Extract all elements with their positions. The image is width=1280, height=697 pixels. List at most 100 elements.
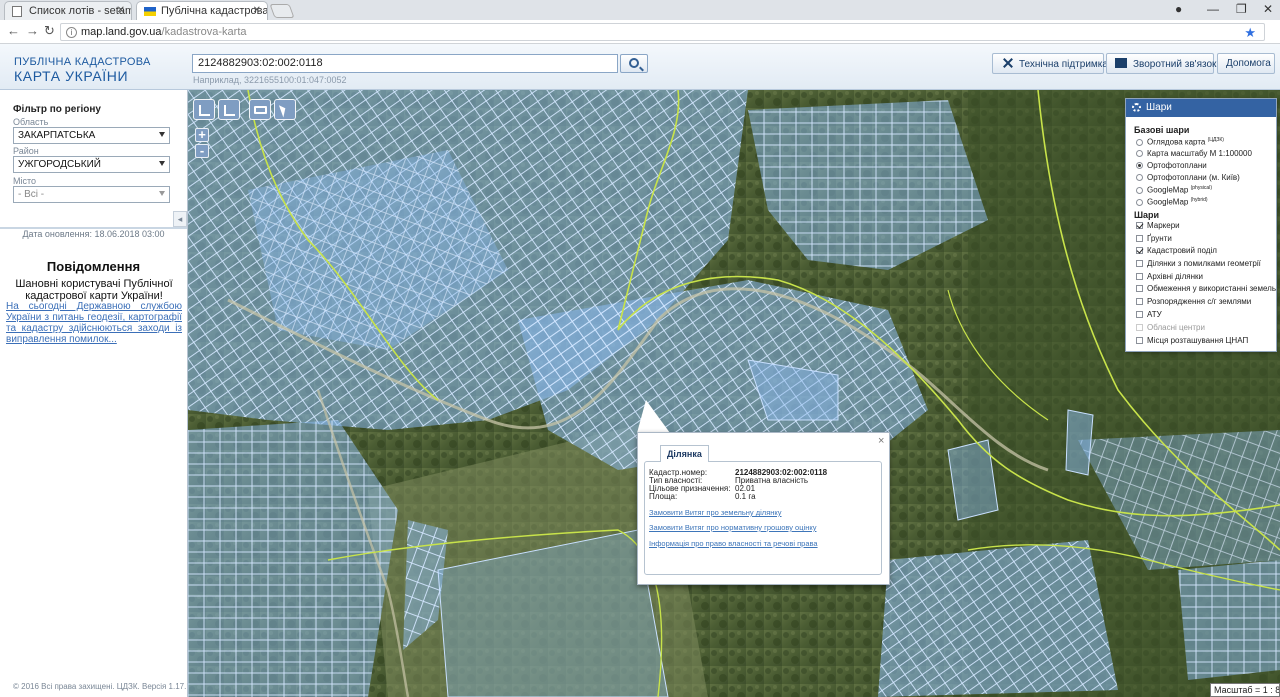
radio-button[interactable] xyxy=(1136,162,1143,169)
close-icon[interactable]: ✕ xyxy=(253,5,261,16)
cadastral-map[interactable]: + - Шари Базові шари Оглядова карта (ЦДЗ… xyxy=(188,90,1280,697)
overlay-restrictions[interactable]: Обмеження у використанні земель xyxy=(1136,284,1276,293)
site-header: ПУБЛІЧНА КАДАСТРОВА КАРТА УКРАЇНИ 212488… xyxy=(0,44,1280,90)
oblast-label: Область xyxy=(13,117,49,127)
radio-button[interactable] xyxy=(1136,174,1143,181)
close-icon[interactable]: × xyxy=(878,435,884,447)
cursor-icon xyxy=(278,103,289,118)
reload-icon[interactable]: ↻ xyxy=(44,23,55,39)
overlay-agri-disposal[interactable]: Розпорядження с/г землями xyxy=(1136,297,1251,306)
close-icon[interactable]: ✕ xyxy=(117,5,125,16)
base-layer-ortho[interactable]: Ортофотоплани xyxy=(1136,161,1207,170)
info-icon[interactable]: i xyxy=(66,27,77,38)
checkbox[interactable] xyxy=(1136,285,1143,292)
tech-support-button[interactable]: Технічна підтримка xyxy=(992,53,1108,74)
parcel[interactable] xyxy=(1065,409,1094,476)
layer-label: Обмеження у використанні земель xyxy=(1147,284,1276,293)
base-layer-ortho-kyiv[interactable]: Ортофотоплани (м. Київ) xyxy=(1136,173,1240,182)
cadastral-search-input[interactable]: 2124882903:02:002:0118 xyxy=(192,54,618,73)
base-layer-google-physical[interactable]: GoogleMap (physical) xyxy=(1136,185,1212,195)
layer-label: Ґрунти xyxy=(1147,234,1172,243)
bookmark-star-icon[interactable]: ★ xyxy=(1244,25,1256,41)
parcel-cluster[interactable] xyxy=(1178,560,1280,680)
tech-support-label: Технічна підтримка xyxy=(1019,59,1108,70)
overlay-soils[interactable]: Ґрунти xyxy=(1136,234,1172,243)
rayon-select[interactable]: УЖГОРОДСЬКИЙ xyxy=(13,156,170,173)
search-icon xyxy=(629,58,639,68)
search-button[interactable] xyxy=(620,54,648,73)
area-ruler-icon xyxy=(224,105,235,116)
oblast-value: ЗАКАРПАТСЬКА xyxy=(18,130,96,141)
layer-label: Ортофотоплани xyxy=(1147,161,1207,170)
minimize-icon[interactable]: — xyxy=(1207,2,1219,16)
layer-label: Розпорядження с/г землями xyxy=(1147,297,1252,306)
region-sidebar: Фільтр по регіону Область ЗАКАРПАТСЬКА Р… xyxy=(0,90,188,697)
order-valuation-link[interactable]: Замовити Витяг про нормативну грошову оц… xyxy=(649,523,816,532)
help-label: Допомога xyxy=(1226,58,1271,69)
identify-button[interactable] xyxy=(274,99,296,120)
oblast-select[interactable]: ЗАКАРПАТСЬКА xyxy=(13,127,170,144)
overlay-atu[interactable]: АТУ xyxy=(1136,310,1162,319)
base-layer-100k[interactable]: Карта масштабу М 1:100000 xyxy=(1136,149,1252,158)
checkbox[interactable] xyxy=(1136,298,1143,305)
overlay-cnap[interactable]: Місця розташування ЦНАП xyxy=(1136,336,1248,345)
address-bar: ← → ↻ i map.land.gov.ua/kadastrova-karta… xyxy=(0,20,1280,44)
browser-tab-kadastr[interactable]: Публічна кадастрова ка ✕ xyxy=(136,1,268,20)
feedback-button[interactable]: Зворотний зв'язок xyxy=(1106,53,1216,74)
map-canvas[interactable] xyxy=(188,90,1280,697)
logo-line2: КАРТА УКРАЇНИ xyxy=(14,68,129,84)
checkbox[interactable] xyxy=(1136,260,1143,267)
layer-label: Оглядова карта xyxy=(1147,137,1206,147)
checkbox[interactable] xyxy=(1136,222,1143,229)
browser-tab-setam[interactable]: Список лотів - setam.net.u ✕ xyxy=(4,1,132,20)
checkbox[interactable] xyxy=(1136,311,1143,318)
overlay-archive[interactable]: Архівні ділянки xyxy=(1136,272,1203,281)
parcel-cluster[interactable] xyxy=(878,540,1118,697)
help-button[interactable]: Допомога xyxy=(1217,53,1275,74)
checkbox xyxy=(1136,324,1143,331)
order-extract-link[interactable]: Замовити Витяг про земельну ділянку xyxy=(649,508,782,517)
measure-area-button[interactable] xyxy=(218,99,240,120)
layers-header[interactable]: Шари xyxy=(1126,99,1276,117)
chevron-down-icon xyxy=(159,132,165,137)
misto-select[interactable]: - Всі - xyxy=(13,186,170,203)
rayon-value: УЖГОРОДСЬКИЙ xyxy=(18,159,101,170)
overlay-markers[interactable]: Маркери xyxy=(1136,221,1180,230)
forward-icon[interactable]: → xyxy=(26,23,39,38)
tools-icon xyxy=(1001,58,1013,68)
back-icon[interactable]: ← xyxy=(7,23,20,38)
url-path: /kadastrova-karta xyxy=(161,26,247,38)
tab-parcel[interactable]: Ділянка xyxy=(660,445,709,462)
radio-button[interactable] xyxy=(1136,138,1143,146)
maximize-icon[interactable]: ❐ xyxy=(1236,2,1247,16)
radio-button[interactable] xyxy=(1136,186,1143,194)
checkbox[interactable] xyxy=(1136,337,1143,344)
base-layer-overview[interactable]: Оглядова карта (ЦДЗК) xyxy=(1136,137,1224,147)
layer-label: АТУ xyxy=(1147,310,1162,319)
overlay-geometry-errors[interactable]: Ділянки з помилками геометрії xyxy=(1136,259,1261,268)
profile-icon[interactable]: ● xyxy=(1175,2,1182,16)
collapse-sidebar-button[interactable]: ◂ xyxy=(173,211,187,227)
rayon-label: Район xyxy=(13,146,39,156)
checkbox[interactable] xyxy=(1136,235,1143,242)
envelope-icon xyxy=(1115,58,1127,68)
flag-icon xyxy=(144,7,156,16)
window-close-icon[interactable]: ✕ xyxy=(1263,2,1273,16)
zoom-in-button[interactable]: + xyxy=(195,128,209,142)
layer-label: GoogleMap xyxy=(1147,185,1189,195)
radio-button[interactable] xyxy=(1136,150,1143,157)
zoom-out-button[interactable]: - xyxy=(195,144,209,158)
notice-link[interactable]: На сьогодні Державною службою України з … xyxy=(6,301,182,345)
layer-label: Маркери xyxy=(1147,221,1180,230)
overlay-regional-centers: Обласні центри xyxy=(1136,323,1205,332)
url-input[interactable]: i map.land.gov.ua/kadastrova-karta ★ xyxy=(60,23,1265,41)
ownership-info-link[interactable]: Інформація про право власності та речові… xyxy=(649,539,818,548)
checkbox[interactable] xyxy=(1136,247,1143,254)
measure-distance-button[interactable] xyxy=(193,99,215,120)
overlay-cadastral[interactable]: Кадастровий поділ xyxy=(1136,246,1217,255)
new-tab-button[interactable] xyxy=(269,4,295,18)
radio-button[interactable] xyxy=(1136,198,1143,206)
print-button[interactable] xyxy=(249,99,271,120)
checkbox[interactable] xyxy=(1136,273,1143,280)
base-layer-google-hybrid[interactable]: GoogleMap (hybrid) xyxy=(1136,197,1208,207)
